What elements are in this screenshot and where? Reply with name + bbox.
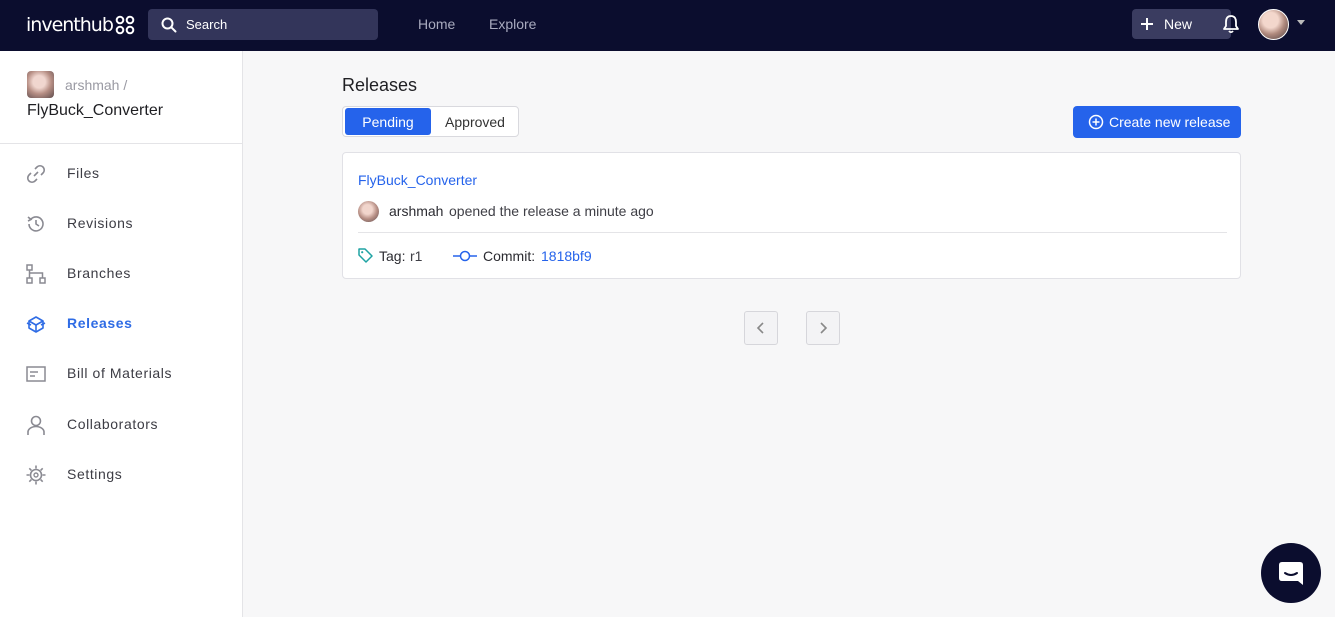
sidebar-item-label: Revisions <box>67 215 134 231</box>
tab-approved[interactable]: Approved <box>433 108 517 135</box>
tag-value: r1 <box>410 248 423 264</box>
plus-icon <box>1141 18 1153 30</box>
search-icon <box>161 17 177 32</box>
user-icon <box>27 415 45 435</box>
nav-home[interactable]: Home <box>418 16 455 32</box>
sidebar: arshmah / FlyBuck_Converter Files Revisi… <box>0 51 243 617</box>
sidebar-item-bill-of-materials[interactable]: Bill of Materials <box>0 353 242 393</box>
plus-circle-icon <box>1088 114 1104 130</box>
repo-owner[interactable]: arshmah / <box>65 77 127 93</box>
new-button[interactable]: New <box>1132 9 1231 39</box>
sidebar-item-releases[interactable]: Releases <box>0 303 242 343</box>
chat-icon <box>1279 562 1303 585</box>
sidebar-item-collaborators[interactable]: Collaborators <box>0 404 242 444</box>
commit-icon <box>453 250 477 262</box>
page-title: Releases <box>342 75 418 95</box>
release-card: FlyBuck_Converter arshmah opened the rel… <box>342 152 1241 279</box>
history-icon <box>27 216 44 232</box>
sidebar-item-settings[interactable]: Settings <box>0 454 242 494</box>
tag-label: Tag: <box>379 248 406 264</box>
create-release-label: Create new release <box>1109 114 1231 130</box>
gear-icon <box>26 465 46 485</box>
sidebar-item-label: Files <box>67 165 100 181</box>
sidebar-item-label: Settings <box>67 466 123 482</box>
create-release-button[interactable]: Create new release <box>1073 106 1241 138</box>
prev-page-button[interactable] <box>744 311 778 345</box>
next-page-button[interactable] <box>806 311 840 345</box>
branches-icon <box>26 264 46 284</box>
repo-owner-avatar[interactable] <box>27 71 54 98</box>
chat-launcher-button[interactable] <box>1261 543 1321 603</box>
nav-explore[interactable]: Explore <box>489 16 536 32</box>
sidebar-item-files[interactable]: Files <box>0 153 242 193</box>
repo-name[interactable]: FlyBuck_Converter <box>27 102 163 120</box>
user-avatar[interactable] <box>1258 9 1289 40</box>
search-placeholder: Search <box>186 17 228 32</box>
bom-list-icon <box>26 366 46 382</box>
sidebar-item-label: Releases <box>67 315 133 331</box>
top-navbar: inventhub Search Home Explore New <box>0 0 1335 51</box>
logo-mark-icon <box>115 15 135 35</box>
chevron-left-icon <box>756 322 764 334</box>
sidebar-item-label: Collaborators <box>67 416 159 432</box>
sidebar-item-revisions[interactable]: Revisions <box>0 203 242 243</box>
release-name-link[interactable]: FlyBuck_Converter <box>358 172 477 188</box>
logo-text: inventhub <box>26 14 114 36</box>
sidebar-item-branches[interactable]: Branches <box>0 253 242 293</box>
new-button-label: New <box>1164 16 1193 32</box>
tab-pending[interactable]: Pending <box>345 108 431 135</box>
sidebar-item-label: Branches <box>67 265 131 281</box>
release-box-icon <box>26 316 46 333</box>
repo-header: arshmah / FlyBuck_Converter <box>0 51 242 144</box>
sidebar-item-label: Bill of Materials <box>67 365 173 381</box>
tag-icon <box>358 248 373 263</box>
release-status-tabs: Pending Approved <box>342 106 519 137</box>
release-author[interactable]: arshmah <box>389 203 443 219</box>
release-activity: opened the release a minute ago <box>449 203 654 219</box>
search-input[interactable]: Search <box>148 9 378 40</box>
chevron-right-icon <box>820 322 828 334</box>
chevron-down-icon[interactable] <box>1297 20 1305 25</box>
avatar[interactable] <box>358 201 379 222</box>
link-icon <box>26 164 46 184</box>
notification-bell-icon[interactable] <box>1222 14 1240 34</box>
commit-label: Commit: <box>483 248 536 264</box>
divider <box>358 232 1227 233</box>
commit-hash-link[interactable]: 1818bf9 <box>541 248 592 264</box>
logo[interactable]: inventhub <box>26 13 135 37</box>
